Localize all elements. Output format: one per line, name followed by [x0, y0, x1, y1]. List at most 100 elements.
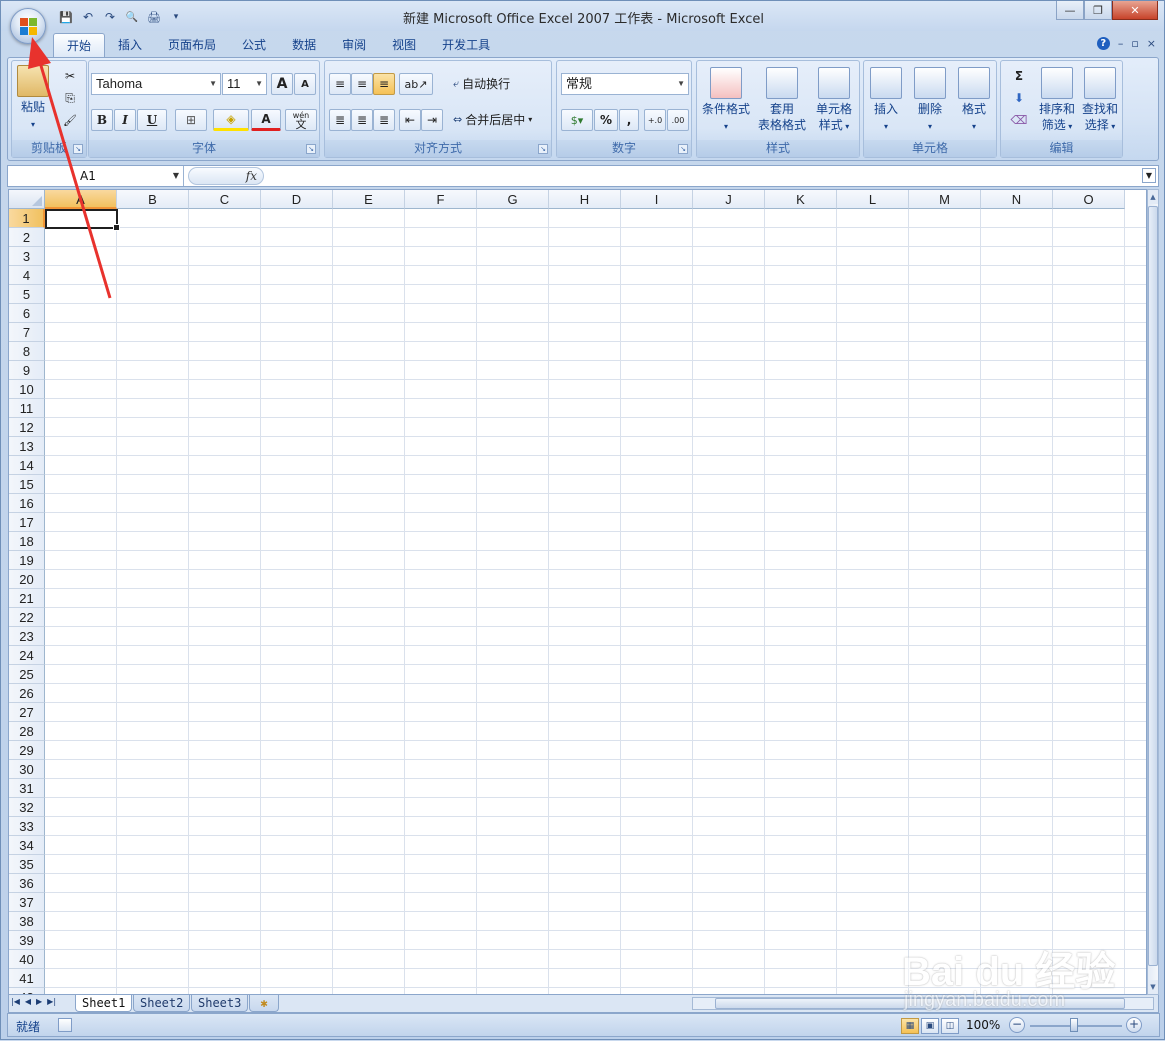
zoom-level[interactable]: 100%: [966, 1018, 1000, 1032]
row-header-14[interactable]: 14: [9, 456, 45, 475]
column-header-b[interactable]: B: [117, 190, 189, 209]
autosum-button[interactable]: Σ: [1005, 65, 1033, 87]
conditional-format-button[interactable]: 条件格式 ▾: [699, 67, 753, 135]
paste-arrow[interactable]: ▾: [31, 120, 35, 129]
help-icon[interactable]: ?: [1096, 37, 1110, 50]
tab-page-layout[interactable]: 页面布局: [155, 33, 229, 58]
number-format-select[interactable]: 常规 ▼: [561, 73, 689, 95]
row-header-20[interactable]: 20: [9, 570, 45, 589]
row-header-22[interactable]: 22: [9, 608, 45, 627]
comma-button[interactable]: ,: [619, 109, 639, 131]
column-header-j[interactable]: J: [693, 190, 765, 209]
accounting-format-button[interactable]: $▾: [561, 109, 593, 131]
row-header-38[interactable]: 38: [9, 912, 45, 931]
active-cell-a1[interactable]: [45, 209, 120, 231]
font-color-button[interactable]: A: [251, 109, 281, 131]
zoom-in-button[interactable]: +: [1126, 1017, 1142, 1033]
tab-formulas[interactable]: 公式: [229, 33, 279, 58]
fill-color-button[interactable]: ◈: [213, 109, 249, 131]
decrease-indent-button[interactable]: ⇤: [399, 109, 421, 131]
scroll-up-icon[interactable]: ▲: [1148, 190, 1158, 204]
italic-button[interactable]: I: [114, 109, 136, 131]
row-header-40[interactable]: 40: [9, 950, 45, 969]
row-header-28[interactable]: 28: [9, 722, 45, 741]
zoom-out-button[interactable]: −: [1009, 1017, 1025, 1033]
vertical-scrollbar[interactable]: ▲ ▼: [1147, 189, 1159, 995]
name-box-arrow-icon[interactable]: ▼: [173, 166, 179, 186]
vertical-scroll-thumb[interactable]: [1148, 206, 1158, 966]
row-header-29[interactable]: 29: [9, 741, 45, 760]
clipboard-launcher-icon[interactable]: ↘: [73, 144, 83, 154]
row-header-37[interactable]: 37: [9, 893, 45, 912]
align-center-button[interactable]: ≣: [351, 109, 373, 131]
font-size-select[interactable]: 11 ▼: [222, 73, 267, 95]
fill-button[interactable]: ⬇: [1005, 87, 1033, 109]
first-sheet-icon[interactable]: |◀: [11, 997, 20, 1006]
font-launcher-icon[interactable]: ↘: [306, 144, 316, 154]
bold-button[interactable]: B: [91, 109, 113, 131]
decrease-decimal-button[interactable]: .00: [667, 109, 689, 131]
row-header-17[interactable]: 17: [9, 513, 45, 532]
clear-button[interactable]: ⌫: [1005, 109, 1033, 131]
row-header-27[interactable]: 27: [9, 703, 45, 722]
find-select-button[interactable]: 查找和 选择 ▾: [1079, 67, 1121, 135]
increase-decimal-button[interactable]: +.0: [644, 109, 666, 131]
sort-filter-button[interactable]: 排序和 筛选 ▾: [1037, 67, 1077, 135]
column-header-g[interactable]: G: [477, 190, 549, 209]
percent-button[interactable]: %: [594, 109, 618, 131]
row-header-13[interactable]: 13: [9, 437, 45, 456]
row-header-33[interactable]: 33: [9, 817, 45, 836]
delete-cells-button[interactable]: 删除 ▾: [910, 67, 950, 135]
sheet-tab-sheet3[interactable]: Sheet3: [191, 995, 249, 1012]
align-top-button[interactable]: ≡: [329, 73, 351, 95]
expand-formula-bar-icon[interactable]: ▼: [1142, 168, 1156, 183]
format-painter-icon[interactable]: 🖌: [60, 109, 80, 131]
border-button[interactable]: ⊞: [175, 109, 207, 131]
normal-view-icon[interactable]: ▦: [901, 1018, 919, 1034]
copy-icon[interactable]: ⎘: [60, 87, 80, 109]
page-layout-view-icon[interactable]: ▣: [921, 1018, 939, 1034]
row-header-19[interactable]: 19: [9, 551, 45, 570]
underline-button[interactable]: U: [137, 109, 167, 131]
number-launcher-icon[interactable]: ↘: [678, 144, 688, 154]
formula-input[interactable]: [268, 166, 1138, 186]
row-header-10[interactable]: 10: [9, 380, 45, 399]
row-header-26[interactable]: 26: [9, 684, 45, 703]
row-header-30[interactable]: 30: [9, 760, 45, 779]
sheet-tab-sheet1[interactable]: Sheet1: [75, 995, 133, 1012]
row-header-12[interactable]: 12: [9, 418, 45, 437]
shrink-font-button[interactable]: A: [294, 73, 316, 95]
wrap-text-button[interactable]: ⤶ 自动换行: [453, 75, 510, 92]
tab-data[interactable]: 数据: [279, 33, 329, 58]
increase-indent-button[interactable]: ⇥: [421, 109, 443, 131]
align-middle-button[interactable]: ≡: [351, 73, 373, 95]
column-header-o[interactable]: O: [1053, 190, 1125, 209]
ribbon-restore-button[interactable]: ▫: [1131, 37, 1138, 50]
scroll-down-icon[interactable]: ▼: [1148, 980, 1158, 994]
paste-button[interactable]: 粘贴 ▾: [16, 65, 50, 133]
prev-sheet-icon[interactable]: ◀: [25, 997, 31, 1006]
column-header-l[interactable]: L: [837, 190, 909, 209]
column-header-i[interactable]: I: [621, 190, 693, 209]
office-button[interactable]: [10, 8, 46, 44]
insert-sheet-icon[interactable]: ✱: [249, 995, 279, 1012]
column-header-c[interactable]: C: [189, 190, 261, 209]
minimize-button[interactable]: —: [1056, 1, 1084, 20]
tab-insert[interactable]: 插入: [105, 33, 155, 58]
row-header-39[interactable]: 39: [9, 931, 45, 950]
row-header-11[interactable]: 11: [9, 399, 45, 418]
last-sheet-icon[interactable]: ▶|: [47, 997, 56, 1006]
tab-review[interactable]: 审阅: [329, 33, 379, 58]
row-header-34[interactable]: 34: [9, 836, 45, 855]
format-cells-button[interactable]: 格式 ▾: [954, 67, 994, 135]
cells-area[interactable]: [45, 209, 1146, 994]
name-box[interactable]: A1 ▼: [8, 166, 184, 186]
row-header-3[interactable]: 3: [9, 247, 45, 266]
insert-cells-button[interactable]: 插入 ▾: [866, 67, 906, 135]
insert-function-button[interactable]: fx: [188, 167, 264, 185]
row-header-15[interactable]: 15: [9, 475, 45, 494]
macro-record-icon[interactable]: [58, 1018, 72, 1032]
cell-styles-button[interactable]: 单元格 样式 ▾: [809, 67, 859, 135]
row-header-42[interactable]: 42: [9, 988, 45, 994]
column-header-h[interactable]: H: [549, 190, 621, 209]
